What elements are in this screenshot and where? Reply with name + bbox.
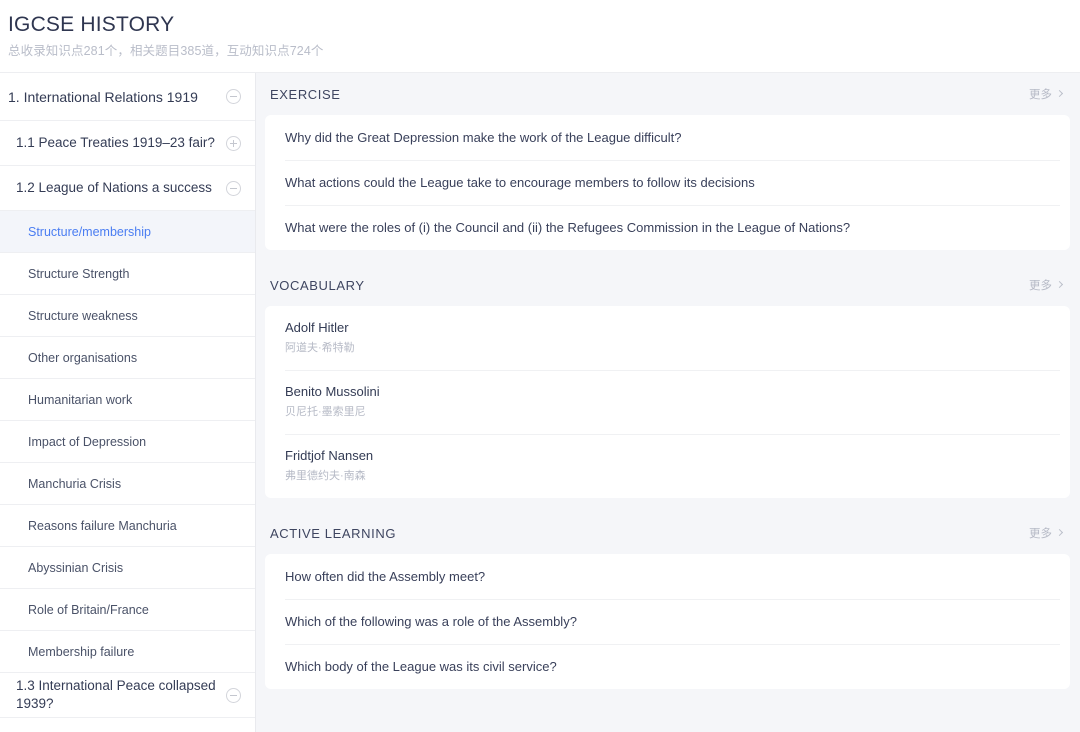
sidebar-item-label: 1.3 International Peace collapsed 1939? [16, 678, 216, 711]
question-item[interactable]: Which of the following was a role of the… [265, 599, 1070, 644]
sidebar-item-humanitarian-work[interactable]: Humanitarian work [0, 379, 255, 421]
sidebar-item-label: Structure weakness [28, 308, 138, 323]
sidebar-item-label: Abyssinian Crisis [28, 560, 124, 575]
sidebar-item-label: Impact of Depression [28, 434, 147, 449]
chevron-right-icon [1055, 89, 1064, 98]
section-active-learning: ACTIVE LEARNING 更多 How often did the Assem… [256, 512, 1080, 689]
question-text: What actions could the League take to en… [285, 174, 755, 190]
sidebar-item-label: Other organisations [28, 350, 138, 365]
vocabulary-term: Benito Mussolini [285, 384, 380, 399]
chevron-right-icon [1055, 280, 1064, 289]
vocabulary-item[interactable]: Fridtjof Nansen 弗里德约夫·南森 [265, 434, 1070, 498]
vocabulary-translation: 阿道夫·希特勒 [285, 342, 355, 354]
sidebar-item-reasons-failure-manchuria[interactable]: Reasons failure Manchuria [0, 505, 255, 547]
sidebar-item-membership-failure[interactable]: Membership failure [0, 631, 255, 673]
sidebar-item-label: Role of Britain/France [28, 602, 149, 617]
more-link[interactable]: 更多 [1029, 277, 1064, 293]
section-card: Why did the Great Depression make the wo… [265, 115, 1070, 250]
section-card: How often did the Assembly meet? Which of… [265, 554, 1070, 689]
section-exercise: EXERCISE 更多 Why did the Great Depression m… [256, 73, 1080, 250]
vocabulary-translation: 贝尼托·墨索里尼 [285, 406, 366, 418]
section-header: ACTIVE LEARNING 更多 [256, 512, 1080, 554]
sidebar-item-label: Reasons failure Manchuria [28, 518, 177, 533]
question-item[interactable]: Which body of the League was its civil s… [265, 644, 1070, 689]
more-link[interactable]: 更多 [1029, 525, 1064, 541]
vocabulary-item[interactable]: Adolf Hitler 阿道夫·希特勒 [265, 306, 1070, 370]
chevron-right-icon [1055, 528, 1064, 537]
sidebar-item-role-of-britain-france[interactable]: Role of Britain/France [0, 589, 255, 631]
sidebar-item-structure-weakness[interactable]: Structure weakness [0, 295, 255, 337]
sidebar-item-structure-strength[interactable]: Structure Strength [0, 253, 255, 295]
circle-minus-icon[interactable] [226, 89, 241, 104]
sidebar-item-impact-of-depression[interactable]: Impact of Depression [0, 421, 255, 463]
question-text: How often did the Assembly meet? [285, 568, 486, 584]
more-label: 更多 [1029, 280, 1052, 292]
sidebar-item-label: Membership failure [28, 644, 135, 659]
page-title: IGCSE HISTORY [8, 13, 175, 36]
sidebar-nav: 1. International Relations 1919 1.1 Peace… [0, 73, 256, 732]
vocabulary-item[interactable]: Benito Mussolini 贝尼托·墨索里尼 [265, 370, 1070, 434]
question-text: Why did the Great Depression make the wo… [285, 129, 682, 145]
question-text: Which of the following was a role of the… [285, 613, 577, 629]
sidebar-item-other-organisations[interactable]: Other organisations [0, 337, 255, 379]
section-header: EXERCISE 更多 [256, 73, 1080, 115]
sidebar-item-manchuria-crisis[interactable]: Manchuria Crisis [0, 463, 255, 505]
page-header: IGCSE HISTORY 总收录知识点281个，相关题目385道，互动知识点7… [0, 0, 1080, 72]
question-item[interactable]: Why did the Great Depression make the wo… [265, 115, 1070, 160]
sidebar-item-label: Manchuria Crisis [28, 476, 122, 491]
sidebar-item-label: 1. International Relations 1919 [8, 88, 198, 105]
circle-minus-icon[interactable] [226, 180, 241, 196]
section-title: VOCABULARY [270, 277, 365, 293]
sidebar-item-label: 1.1 Peace Treaties 1919–23 fair? [16, 135, 215, 150]
page-subtitle-stats: 总收录知识点281个，相关题目385道，互动知识点724个 [8, 44, 324, 58]
question-text: What were the roles of (i) the Council a… [285, 219, 851, 235]
sidebar-item-label: Structure Strength [28, 266, 130, 281]
section-title: EXERCISE [270, 86, 341, 102]
circle-plus-icon[interactable] [226, 135, 241, 151]
vocabulary-translation: 弗里德约夫·南森 [285, 470, 366, 482]
section-title: ACTIVE LEARNING [270, 525, 397, 541]
section-vocabulary: VOCABULARY 更多 Adolf Hitler 阿道夫·希特勒 Benito Mu… [256, 264, 1080, 498]
question-text: Which body of the League was its civil s… [285, 658, 557, 674]
circle-minus-icon[interactable] [226, 687, 241, 703]
question-item[interactable]: What actions could the League take to en… [265, 160, 1070, 205]
question-item[interactable]: How often did the Assembly meet? [265, 554, 1070, 599]
more-link[interactable]: 更多 [1029, 86, 1064, 102]
sidebar-item-label: Structure/membership [28, 224, 151, 239]
sidebar-item-structure-membership[interactable]: Structure/membership [0, 211, 255, 253]
sidebar-item-abyssinian-crisis[interactable]: Abyssinian Crisis [0, 547, 255, 589]
sidebar-item-label: 1.2 League of Nations a success [16, 180, 212, 195]
sidebar-item-1-international-relations-1919[interactable]: 1. International Relations 1919 [0, 73, 255, 121]
vocabulary-term: Adolf Hitler [285, 320, 349, 335]
section-header: VOCABULARY 更多 [256, 264, 1080, 306]
question-item[interactable]: What were the roles of (i) the Council a… [265, 205, 1070, 250]
sidebar-item-1-3-international-peace-collapsed-1939[interactable]: 1.3 International Peace collapsed 1939? [0, 673, 255, 718]
more-label: 更多 [1029, 89, 1052, 101]
app-body: 1. International Relations 1919 1.1 Peace… [0, 72, 1080, 732]
section-card: Adolf Hitler 阿道夫·希特勒 Benito Mussolini 贝尼托·墨… [265, 306, 1070, 498]
vocabulary-term: Fridtjof Nansen [285, 448, 374, 463]
more-label: 更多 [1029, 528, 1052, 540]
content-panel: EXERCISE 更多 Why did the Great Depression m… [256, 73, 1080, 732]
sidebar-item-1-1-peace-treaties-1919-23-fair[interactable]: 1.1 Peace Treaties 1919–23 fair? [0, 121, 255, 166]
sidebar-item-1-2-league-of-nations-a-success[interactable]: 1.2 League of Nations a success [0, 166, 255, 211]
sidebar-item-label: Humanitarian work [28, 392, 133, 407]
